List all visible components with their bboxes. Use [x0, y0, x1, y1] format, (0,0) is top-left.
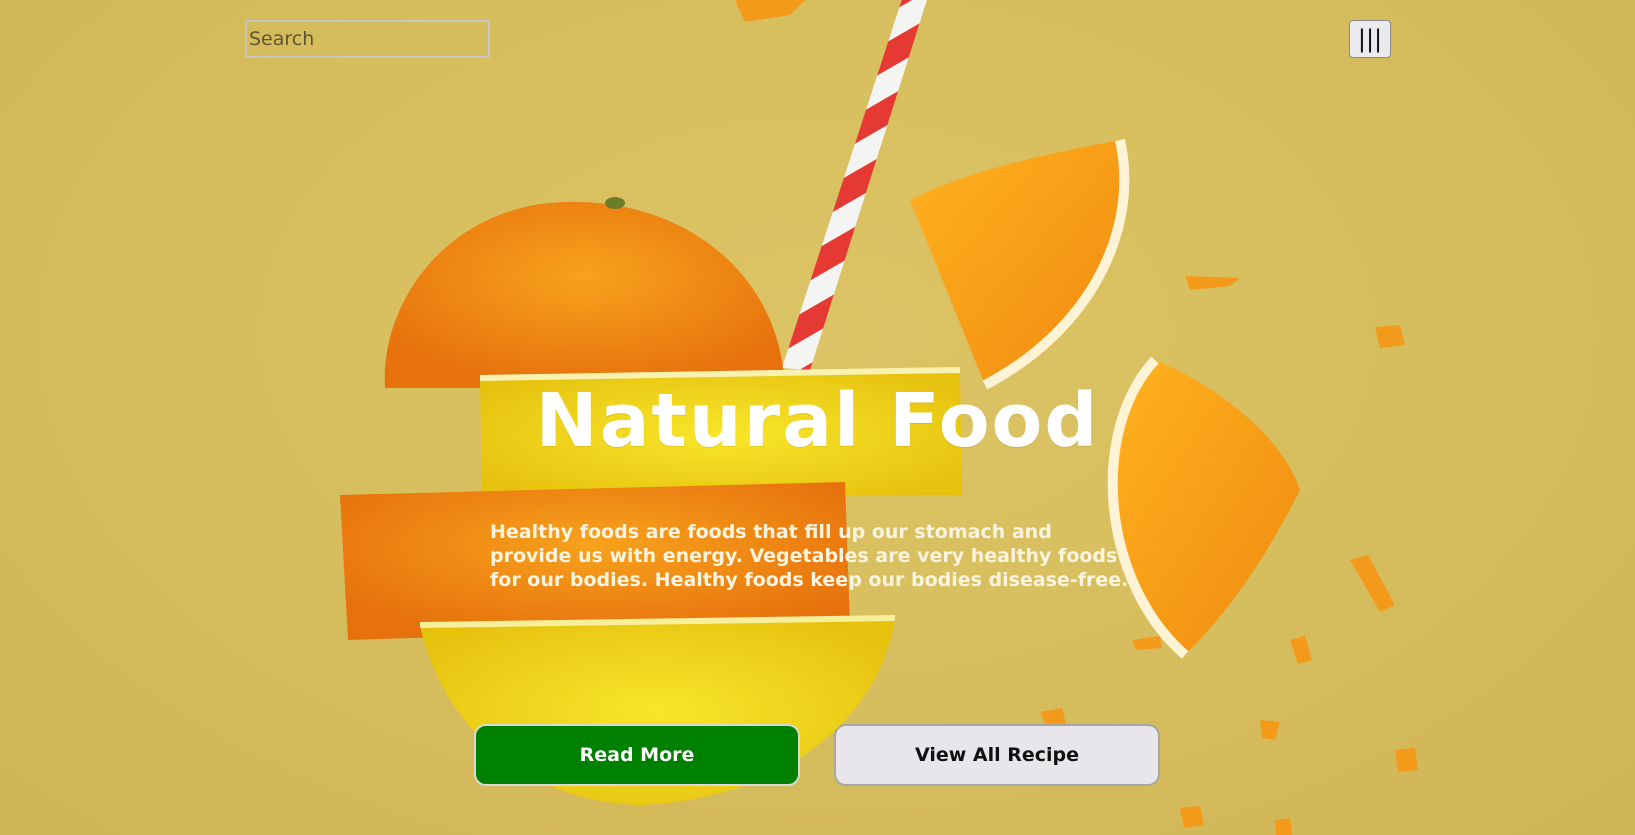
hero-section: ||| Natural Food Healthy foods are foods…: [0, 0, 1635, 835]
hamburger-menu-icon[interactable]: |||: [1349, 20, 1391, 58]
hero-description: Healthy foods are foods that fill up our…: [490, 521, 1129, 591]
read-more-button[interactable]: Read More: [474, 724, 800, 786]
search-input[interactable]: [245, 20, 490, 58]
view-all-recipe-button[interactable]: View All Recipe: [834, 724, 1160, 786]
page-title: Natural Food: [535, 378, 1100, 464]
